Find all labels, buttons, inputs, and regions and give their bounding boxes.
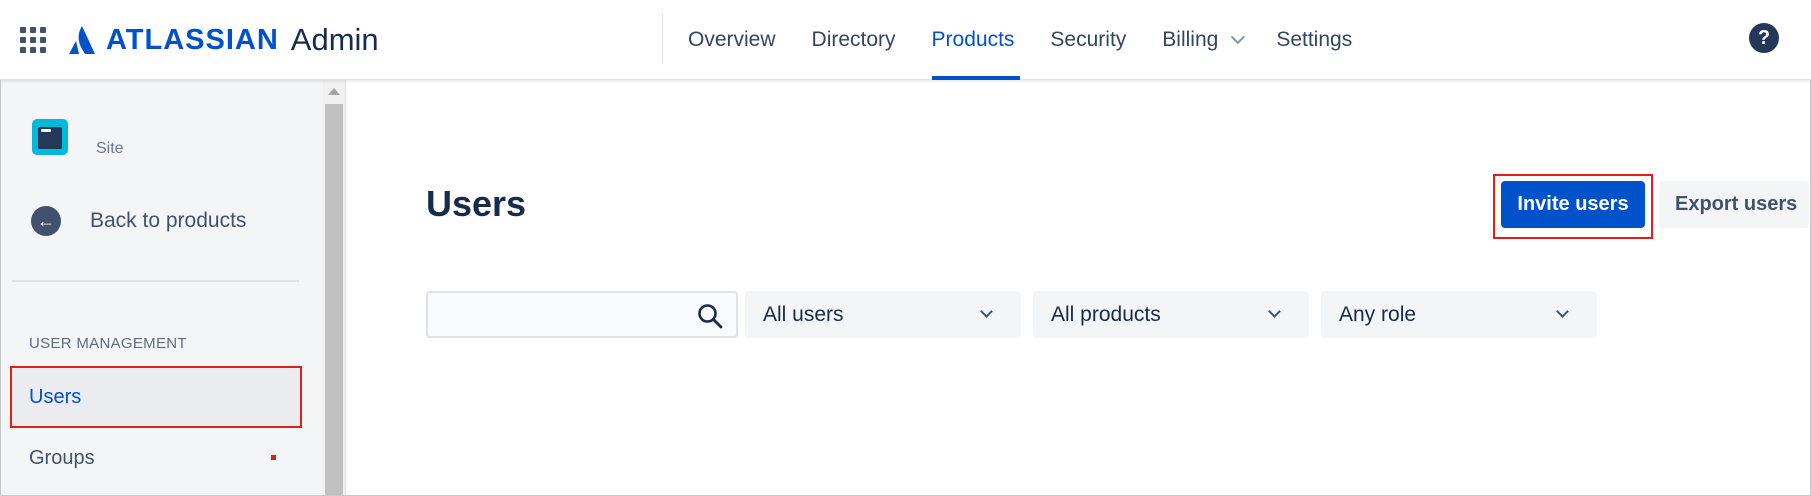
chevron-down-icon	[1556, 305, 1569, 318]
chevron-down-icon	[1268, 305, 1281, 318]
nav-settings[interactable]: Settings	[1258, 0, 1370, 80]
help-icon[interactable]: ?	[1749, 23, 1779, 53]
sidebar-item-label: Groups	[29, 446, 95, 469]
sidebar-item-users[interactable]: Users	[11, 368, 301, 426]
back-to-products-label: Back to products	[90, 209, 247, 232]
nav-settings-label: Settings	[1276, 28, 1353, 51]
nav-products-label: Products	[931, 28, 1015, 51]
scrollbar-thumb[interactable]	[325, 104, 343, 495]
sidebar-divider	[12, 280, 299, 282]
user-status-filter[interactable]: All users	[745, 291, 1021, 338]
nav-billing[interactable]: Billing	[1144, 0, 1258, 80]
nav-products[interactable]: Products	[914, 0, 1033, 80]
sidebar-section-heading: USER MANAGEMENT	[29, 335, 187, 352]
nav-billing-label: Billing	[1162, 28, 1219, 51]
role-filter-value: Any role	[1339, 302, 1417, 326]
nav-security[interactable]: Security	[1032, 0, 1144, 80]
nav-security-label: Security	[1050, 28, 1127, 51]
site-label: Site	[96, 140, 124, 157]
chevron-down-icon	[1231, 30, 1246, 45]
product-name: Admin	[290, 22, 379, 57]
search-icon[interactable]	[697, 303, 723, 329]
nav-overview[interactable]: Overview	[670, 0, 794, 80]
atlassian-admin-logo[interactable]: ATLASSIAN Admin	[68, 20, 379, 60]
primary-nav: Overview Directory Products Security Bil…	[670, 0, 1370, 80]
arrow-left-icon: ←	[31, 206, 61, 236]
scroll-up-arrow-icon[interactable]	[323, 80, 345, 102]
app-switcher-icon[interactable]	[20, 27, 46, 53]
user-status-filter-value: All users	[763, 302, 844, 326]
role-filter[interactable]: Any role	[1321, 291, 1597, 338]
export-users-button[interactable]: Export users	[1659, 181, 1809, 228]
search-input[interactable]	[426, 291, 738, 338]
brand-name: ATLASSIAN	[106, 23, 279, 56]
site-icon	[32, 119, 68, 155]
notification-dot	[271, 455, 276, 460]
sidebar-item-label: Users	[29, 385, 82, 408]
sidebar-scrollbar[interactable]	[323, 80, 345, 495]
sidebar: Site ← Back to products USER MANAGEMENT …	[1, 80, 323, 495]
page-title: Users	[426, 183, 527, 224]
top-navigation-bar: ATLASSIAN Admin Overview Directory Produ…	[0, 0, 1811, 80]
product-filter-value: All products	[1051, 302, 1161, 326]
nav-directory[interactable]: Directory	[794, 0, 914, 80]
nav-directory-label: Directory	[811, 28, 896, 51]
chevron-down-icon	[980, 305, 993, 318]
back-to-products-link[interactable]: ← Back to products	[31, 206, 246, 236]
atlassian-logo-icon	[69, 26, 95, 54]
nav-overview-label: Overview	[688, 28, 776, 51]
nav-divider	[662, 14, 663, 64]
product-filter[interactable]: All products	[1033, 291, 1309, 338]
invite-users-button[interactable]: Invite users	[1501, 181, 1645, 228]
main-content: Users Invite users Export users All user…	[345, 80, 1810, 495]
sidebar-item-groups[interactable]: Groups	[11, 429, 301, 487]
